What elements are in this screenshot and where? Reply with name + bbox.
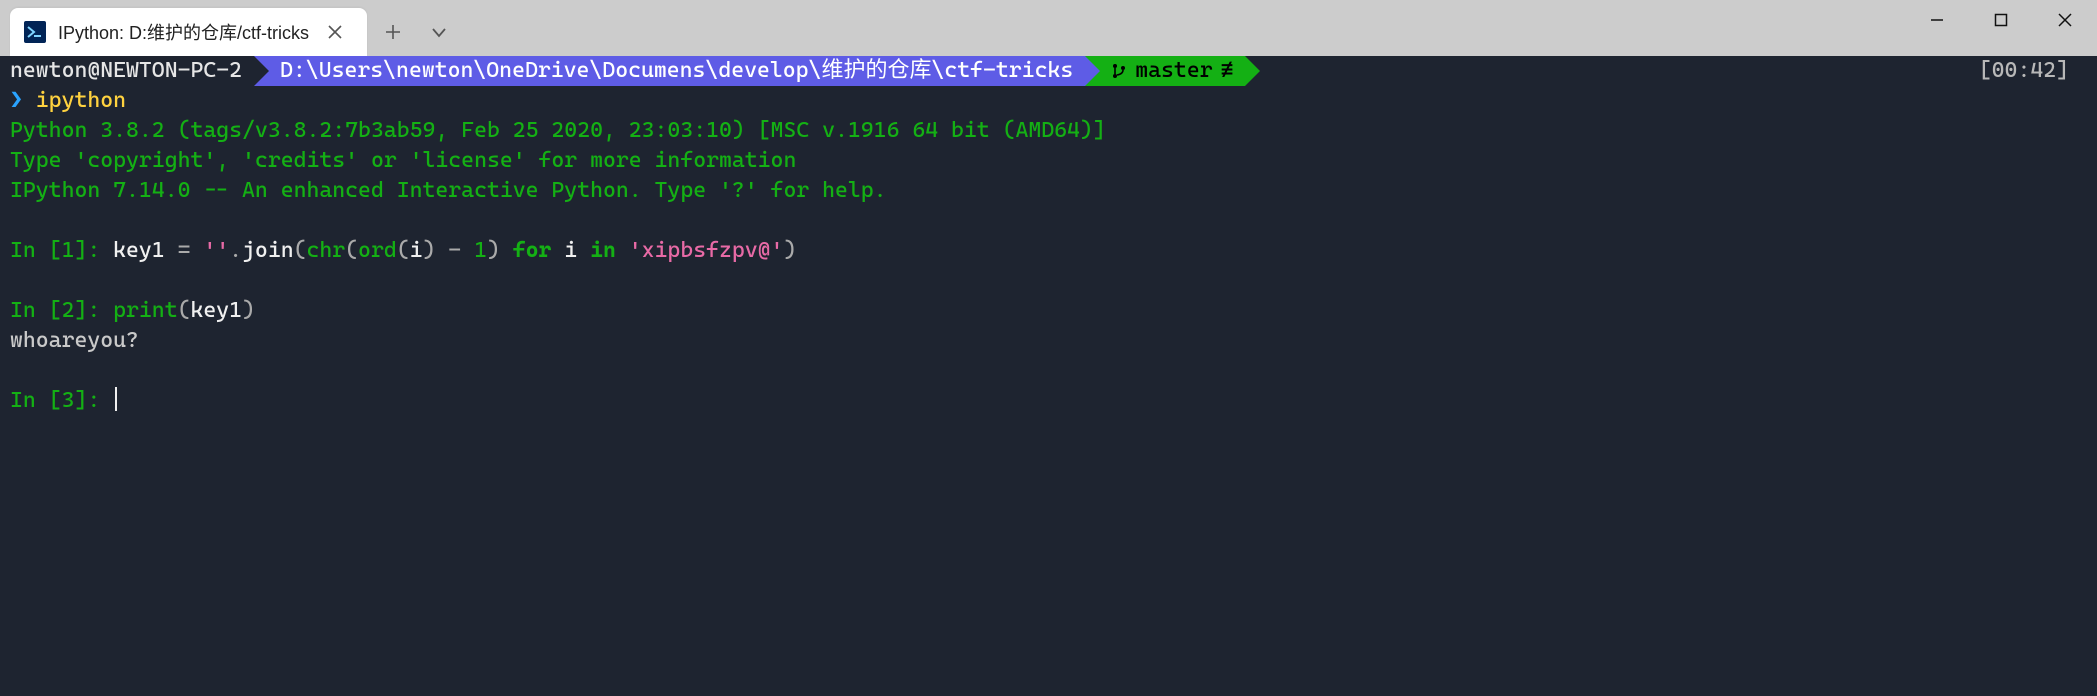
pl-separator-icon — [1245, 56, 1260, 86]
git-branch-name: master — [1135, 56, 1212, 86]
in-prompt: In [2]: — [10, 298, 113, 323]
tab-dropdown-button[interactable] — [419, 12, 459, 52]
pl-separator-icon — [254, 56, 269, 86]
maximize-button[interactable] — [1969, 0, 2033, 40]
tab-title: IPython: D:维护的仓库/ctf-tricks — [58, 19, 309, 45]
window-controls — [1905, 0, 2097, 56]
python-banner-line: Type 'copyright', 'credits' or 'license'… — [0, 146, 2097, 176]
blank-line — [0, 356, 2097, 386]
shell-command: ipython — [36, 88, 126, 113]
blank-line — [0, 206, 2097, 236]
git-branch-icon — [1111, 63, 1127, 79]
minimize-button[interactable] — [1905, 0, 1969, 40]
pl-segment-time: [00:42] — [1979, 56, 2097, 86]
powerline-prompt: newton@NEWTON-PC-2 D:\Users\newton\OneDr… — [0, 56, 2097, 86]
new-tab-button[interactable] — [373, 12, 413, 52]
python-banner-line: IPython 7.14.0 -- An enhanced Interactiv… — [0, 176, 2097, 206]
git-status-icon: ≢ — [1221, 56, 1234, 86]
python-banner-line: Python 3.8.2 (tags/v3.8.2:7b3ab59, Feb 2… — [0, 116, 2097, 146]
shell-prompt-symbol: ❯ — [10, 88, 23, 113]
window-titlebar: IPython: D:维护的仓库/ctf-tricks — [0, 0, 2097, 56]
close-window-button[interactable] — [2033, 0, 2097, 40]
terminal-body[interactable]: newton@NEWTON-PC-2 D:\Users\newton\OneDr… — [0, 56, 2097, 416]
pl-segment-path: D:\Users\newton\OneDrive\Documens\develo… — [254, 56, 1085, 86]
tab-close-button[interactable] — [321, 18, 349, 46]
ipython-in-1: In [1]: key1 = ''.join(chr(ord(i) - 1) f… — [0, 236, 2097, 266]
in-prompt: In [3]: — [10, 388, 113, 413]
ipython-in-3: In [3]: — [0, 386, 2097, 416]
pl-segment-git: master ≢ — [1085, 56, 1245, 86]
pl-separator-icon — [1085, 56, 1100, 86]
cursor — [115, 387, 117, 411]
powershell-icon — [24, 21, 46, 43]
shell-line: ❯ ipython — [0, 86, 2097, 116]
tab-active[interactable]: IPython: D:维护的仓库/ctf-tricks — [10, 8, 367, 56]
blank-line — [0, 266, 2097, 296]
in-prompt: In [1]: — [10, 238, 113, 263]
ipython-out-2: whoareyou? — [0, 326, 2097, 356]
pl-segment-host: newton@NEWTON-PC-2 — [10, 56, 254, 86]
ipython-in-2: In [2]: print(key1) — [0, 296, 2097, 326]
